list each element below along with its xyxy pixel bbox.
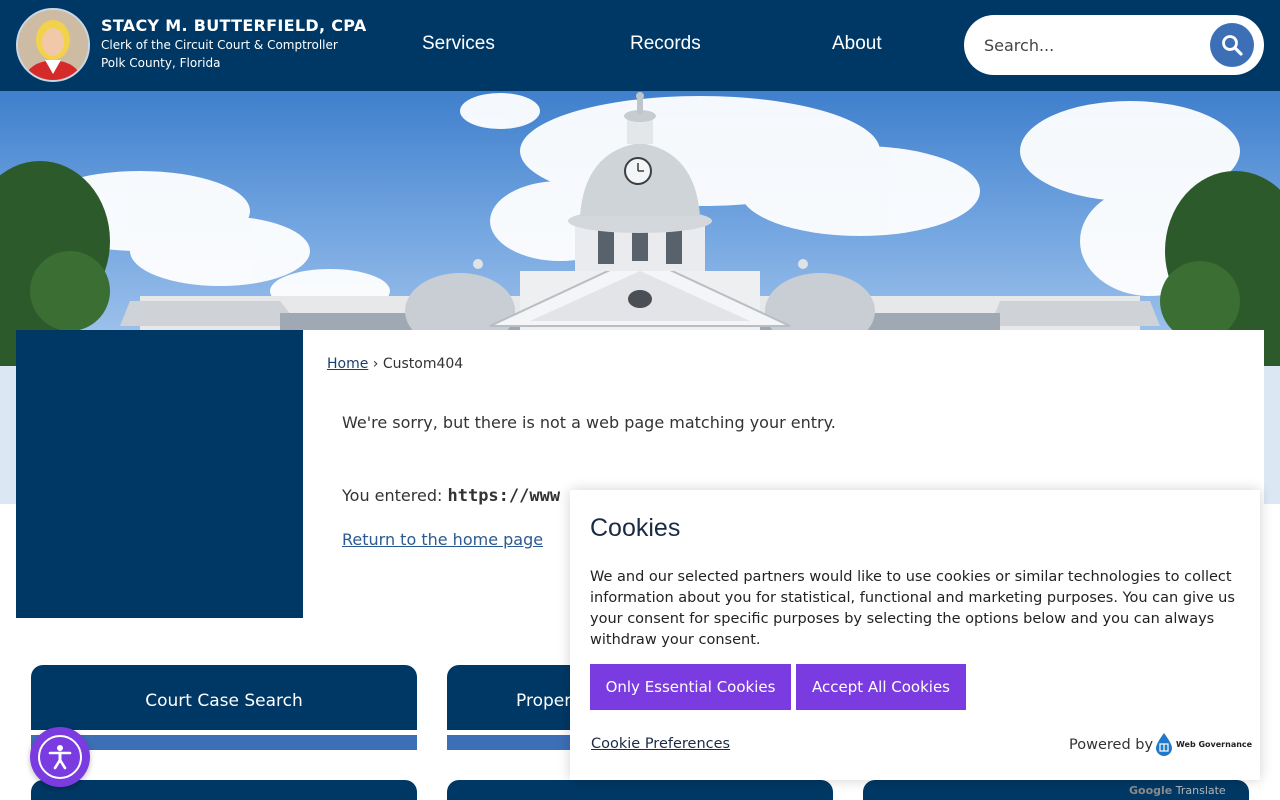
- side-navigation-panel: [16, 330, 303, 618]
- cookie-dialog-text: We and our selected partners would like …: [590, 569, 1235, 648]
- quick-link-row2-1[interactable]: [31, 780, 417, 800]
- entered-url-line: You entered: https://www: [342, 486, 560, 506]
- entered-url-value: https://www: [447, 486, 561, 506]
- only-essential-cookies-button[interactable]: Only Essential Cookies: [590, 664, 791, 710]
- quick-link-accent: [31, 735, 417, 750]
- quick-link-court-case-search[interactable]: Court Case Search: [31, 665, 417, 750]
- nav-services[interactable]: Services: [422, 33, 495, 55]
- cookie-dialog-title: Cookies: [590, 514, 681, 542]
- search-icon: [1222, 35, 1243, 56]
- nav-about[interactable]: About: [832, 33, 882, 55]
- cookie-preferences-link[interactable]: Cookie Preferences: [591, 736, 730, 752]
- search-button[interactable]: [1210, 23, 1254, 67]
- breadcrumb-current: Custom404: [382, 356, 464, 372]
- google-brand-text: Google: [1129, 784, 1173, 797]
- breadcrumb: Home › Custom404: [327, 356, 463, 372]
- accessibility-ring: [38, 735, 82, 779]
- search-input[interactable]: [984, 33, 1204, 57]
- entered-url-label: You entered:: [342, 486, 443, 505]
- clerk-title: Clerk of the Circuit Court & Comptroller: [101, 38, 338, 52]
- accessibility-icon: [48, 745, 72, 770]
- return-home-link[interactable]: Return to the home page: [342, 530, 543, 549]
- translate-text: Translate: [1175, 784, 1226, 797]
- web-governance-drop-icon: [1156, 733, 1172, 756]
- powered-by-label: Powered by: [1069, 737, 1154, 753]
- accessibility-button[interactable]: [30, 727, 90, 787]
- nav-records[interactable]: Records: [630, 33, 701, 55]
- clerk-location: Polk County, Florida: [101, 56, 221, 70]
- web-governance-logo[interactable]: Web Governance: [1154, 732, 1252, 756]
- courthouse-illustration: [0, 92, 1280, 366]
- error-message: We're sorry, but there is not a web page…: [342, 413, 836, 432]
- web-governance-text: Web Governance: [1176, 739, 1253, 749]
- cookie-consent-dialog: Cookies We and our selected partners wou…: [570, 490, 1260, 780]
- breadcrumb-separator: ›: [372, 356, 379, 372]
- search-box: [964, 15, 1264, 75]
- hero-banner: [0, 91, 1280, 366]
- quick-link-row2-2[interactable]: [447, 780, 833, 800]
- accept-all-cookies-button[interactable]: Accept All Cookies: [796, 664, 966, 710]
- site-header: STACY M. BUTTERFIELD, CPA Clerk of the C…: [0, 0, 1280, 91]
- quick-link-label: Court Case Search: [145, 691, 303, 711]
- google-translate-widget[interactable]: Google Translate: [1129, 784, 1226, 797]
- breadcrumb-home-link[interactable]: Home: [327, 356, 368, 372]
- clerk-portrait[interactable]: [16, 8, 90, 82]
- clerk-name[interactable]: STACY M. BUTTERFIELD, CPA: [101, 16, 367, 35]
